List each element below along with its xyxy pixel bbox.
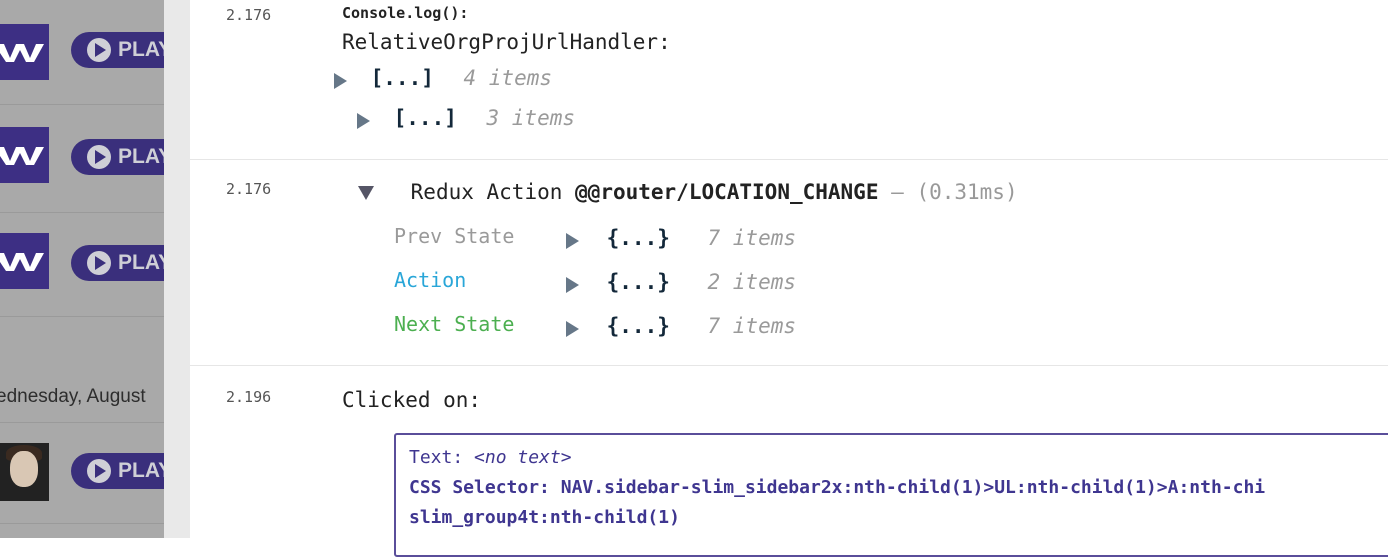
redux-action-header[interactable]: Redux Action @@router/LOCATION_CHANGE — … — [358, 180, 1018, 204]
panel-edge — [164, 0, 191, 538]
log-message: Clicked on: — [342, 388, 482, 412]
log-entry: 2.176 Console.log(): RelativeOrgProjUrlH… — [190, 0, 1388, 160]
text-row: Text: <no text> — [409, 447, 572, 468]
log-entry: 2.176 Redux Action @@router/LOCATION_CHA… — [190, 160, 1388, 366]
log-message: RelativeOrgProjUrlHandler: — [342, 30, 671, 54]
separator: — — [891, 180, 904, 204]
item-count: 7 items — [707, 314, 797, 338]
date-heading: ednesday, August — [0, 386, 146, 407]
expand-icon[interactable] — [357, 112, 370, 129]
action-type: @@router/LOCATION_CHANGE — [575, 180, 879, 204]
prev-state-node[interactable]: {...} 7 items — [566, 226, 796, 250]
action-prefix: Redux Action — [410, 180, 563, 204]
play-button[interactable]: PLAY — [71, 32, 164, 68]
play-icon — [87, 459, 111, 483]
next-state-label: Next State — [394, 312, 515, 336]
play-label: PLAY — [118, 145, 164, 168]
play-label: PLAY — [118, 459, 164, 482]
avatar — [0, 443, 49, 501]
app-logo — [0, 233, 49, 289]
action-duration: (0.31ms) — [916, 180, 1018, 204]
prev-state-label: Prev State — [394, 224, 515, 248]
object-preview: {...} — [606, 270, 670, 294]
list-item: PLAY — [0, 104, 164, 213]
timestamp: 2.196 — [226, 388, 272, 406]
play-icon — [87, 251, 111, 275]
array-preview: [...] — [393, 106, 457, 130]
play-icon — [87, 38, 111, 62]
expand-icon[interactable] — [334, 72, 347, 89]
item-count: 4 items — [463, 66, 553, 90]
timestamp: 2.176 — [226, 6, 272, 24]
action-node[interactable]: {...} 2 items — [566, 270, 796, 294]
next-state-node[interactable]: {...} 7 items — [566, 314, 796, 338]
object-preview: {...} — [606, 314, 670, 338]
list-item: PLAY — [0, 0, 164, 105]
console-panel: 2.176 Console.log(): RelativeOrgProjUrlH… — [190, 0, 1388, 557]
play-label: PLAY — [118, 38, 164, 61]
log-header: Console.log(): — [342, 4, 469, 22]
css-selector-label: CSS Selector: — [409, 477, 550, 498]
expand-icon[interactable] — [566, 232, 579, 249]
play-icon — [87, 145, 111, 169]
play-button[interactable]: PLAY — [71, 453, 164, 489]
app-logo — [0, 127, 49, 183]
css-selector-row: CSS Selector: NAV.sidebar-slim_sidebar2x… — [409, 477, 1265, 498]
expand-icon[interactable] — [566, 320, 579, 337]
collapse-icon[interactable] — [358, 186, 374, 200]
object-preview: {...} — [606, 226, 670, 250]
timestamp: 2.176 — [226, 180, 272, 198]
play-label: PLAY — [118, 251, 164, 274]
css-selector-continuation: slim_group4t:nth-child(1) — [409, 507, 680, 528]
list-item: PLAY — [0, 422, 164, 524]
play-button[interactable]: PLAY — [71, 245, 164, 281]
click-details-box: Text: <no text> CSS Selector: NAV.sideba… — [394, 433, 1388, 557]
text-value: <no text> — [474, 447, 572, 468]
tree-node[interactable]: [...] 4 items — [334, 66, 552, 90]
background-app: PLAY PLAY PLAY ednesday, August PLAY — [0, 0, 164, 538]
list-item: PLAY — [0, 212, 164, 317]
item-count: 7 items — [707, 226, 797, 250]
text-label: Text: — [409, 447, 464, 468]
action-label: Action — [394, 268, 467, 292]
item-count: 3 items — [486, 106, 576, 130]
expand-icon[interactable] — [566, 276, 579, 293]
play-button[interactable]: PLAY — [71, 139, 164, 175]
app-logo — [0, 24, 49, 80]
item-count: 2 items — [707, 270, 797, 294]
array-preview: [...] — [370, 66, 434, 90]
tree-node[interactable]: [...] 3 items — [357, 106, 575, 130]
css-selector-value[interactable]: NAV.sidebar-slim_sidebar2x:nth-child(1)>… — [561, 477, 1265, 498]
